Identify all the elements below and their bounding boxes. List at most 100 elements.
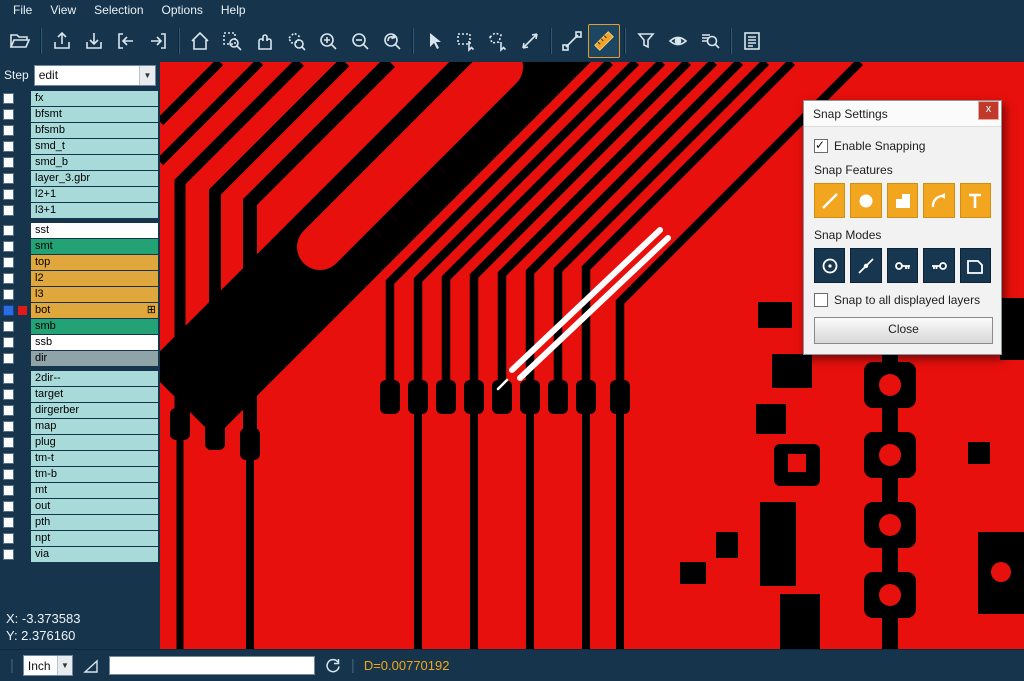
layer-visibility-checkbox[interactable] [3, 157, 14, 168]
layer-name[interactable]: sst [31, 223, 158, 238]
zoom-out-button[interactable] [344, 24, 376, 58]
layer-row[interactable]: tm-t [0, 451, 160, 466]
layer-row[interactable]: sst [0, 223, 160, 238]
layer-visibility-checkbox[interactable] [3, 549, 14, 560]
layer-row[interactable]: npt [0, 531, 160, 546]
layer-visibility-checkbox[interactable] [3, 241, 14, 252]
layer-row[interactable]: layer_3.gbr [0, 171, 160, 186]
layer-name[interactable]: l2+1 [31, 187, 158, 202]
layer-visibility-checkbox[interactable] [3, 225, 14, 236]
layer-row[interactable]: tm-b [0, 467, 160, 482]
layer-name[interactable]: mt [31, 483, 158, 498]
snap-all-layers-checkbox[interactable] [814, 293, 828, 307]
layer-visibility-checkbox[interactable] [3, 533, 14, 544]
layer-visibility-checkbox[interactable] [3, 273, 14, 284]
layer-row[interactable]: out [0, 499, 160, 514]
layer-visibility-checkbox[interactable] [3, 125, 14, 136]
layer-row[interactable]: ssb [0, 335, 160, 350]
snap-pad-button[interactable] [850, 183, 881, 218]
view-eye-button[interactable] [662, 24, 694, 58]
layer-name[interactable]: via [31, 547, 158, 562]
layer-name[interactable]: tm-t [31, 451, 158, 466]
layer-row[interactable]: pth [0, 515, 160, 530]
home-button[interactable] [184, 24, 216, 58]
layer-name[interactable]: dirgerber [31, 403, 158, 418]
layer-name[interactable]: smd_t [31, 139, 158, 154]
layer-row[interactable]: via [0, 547, 160, 562]
snap-key-left-button[interactable] [887, 248, 918, 283]
layer-visibility-checkbox[interactable] [3, 337, 14, 348]
dialog-close-button[interactable]: Close [814, 317, 993, 344]
snap-line-button[interactable] [814, 183, 845, 218]
menu-item[interactable]: Help [212, 2, 255, 18]
units-select[interactable]: Inch ▼ [23, 655, 73, 676]
layer-name[interactable]: npt [31, 531, 158, 546]
layer-visibility-checkbox[interactable] [3, 289, 14, 300]
layer-row[interactable]: dir [0, 351, 160, 366]
layer-visibility-checkbox[interactable] [3, 421, 14, 432]
layer-name[interactable]: map [31, 419, 158, 434]
layer-row[interactable]: bfsmt [0, 107, 160, 122]
select-button[interactable] [418, 24, 450, 58]
layer-visibility-checkbox[interactable] [3, 453, 14, 464]
layer-row[interactable]: map [0, 419, 160, 434]
step-select[interactable]: edit ▼ [34, 65, 156, 86]
layer-visibility-checkbox[interactable] [3, 517, 14, 528]
zoom-in-button[interactable] [312, 24, 344, 58]
layer-visibility-checkbox[interactable] [3, 469, 14, 480]
layer-name[interactable]: tm-b [31, 467, 158, 482]
import-in-button[interactable] [110, 24, 142, 58]
import-down-button[interactable] [78, 24, 110, 58]
layer-visibility-checkbox[interactable] [3, 109, 14, 120]
layer-row[interactable]: fx [0, 91, 160, 106]
layer-name[interactable]: dir [31, 351, 158, 366]
snap-all-layers-row[interactable]: Snap to all displayed layers [814, 293, 991, 307]
layer-row[interactable]: l3 [0, 287, 160, 302]
layer-row[interactable]: bot⊞ [0, 303, 160, 318]
layer-row[interactable]: l3+1 [0, 203, 160, 218]
import-up-button[interactable] [46, 24, 78, 58]
layer-name[interactable]: out [31, 499, 158, 514]
layer-name[interactable]: bfsmb [31, 123, 158, 138]
enable-snapping-checkbox[interactable] [814, 139, 828, 153]
layer-row[interactable]: plug [0, 435, 160, 450]
dialog-titlebar[interactable]: Snap Settings x [804, 101, 1001, 127]
layer-visibility-checkbox[interactable] [3, 205, 14, 216]
menu-item[interactable]: View [41, 2, 85, 18]
layer-visibility-checkbox[interactable] [3, 405, 14, 416]
snap-center-button[interactable] [814, 248, 845, 283]
layer-row[interactable]: l2+1 [0, 187, 160, 202]
layer-name[interactable]: l2 [31, 271, 158, 286]
snap-surface-button[interactable] [887, 183, 918, 218]
layer-name[interactable]: smb [31, 319, 158, 334]
layer-name[interactable]: plug [31, 435, 158, 450]
pan-button[interactable] [248, 24, 280, 58]
layer-name[interactable]: top [31, 255, 158, 270]
layer-name[interactable]: target [31, 387, 158, 402]
layer-row[interactable]: smd_t [0, 139, 160, 154]
layer-name[interactable]: bot⊞ [31, 303, 158, 318]
layer-visibility-checkbox[interactable] [3, 389, 14, 400]
measure-button[interactable] [514, 24, 546, 58]
snap-contour-button[interactable] [960, 248, 991, 283]
layer-name[interactable]: fx [31, 91, 158, 106]
snap-arc-button[interactable] [923, 183, 954, 218]
line-tool-button[interactable] [556, 24, 588, 58]
layer-visibility-checkbox[interactable] [3, 305, 14, 316]
layer-visibility-checkbox[interactable] [3, 373, 14, 384]
select-polygon-button[interactable] [482, 24, 514, 58]
layer-visibility-checkbox[interactable] [3, 485, 14, 496]
layer-row[interactable]: bfsmb [0, 123, 160, 138]
filter-button[interactable] [630, 24, 662, 58]
menu-item[interactable]: Options [153, 2, 212, 18]
dialog-close-x-button[interactable]: x [978, 101, 999, 120]
layer-visibility-checkbox[interactable] [3, 257, 14, 268]
menu-item[interactable]: File [4, 2, 41, 18]
layer-row[interactable]: l2 [0, 271, 160, 286]
layer-name[interactable]: ssb [31, 335, 158, 350]
zoom-window-button[interactable] [216, 24, 248, 58]
zoom-polygon-button[interactable] [280, 24, 312, 58]
command-input[interactable] [109, 656, 315, 675]
select-rect-button[interactable] [450, 24, 482, 58]
find-button[interactable] [694, 24, 726, 58]
